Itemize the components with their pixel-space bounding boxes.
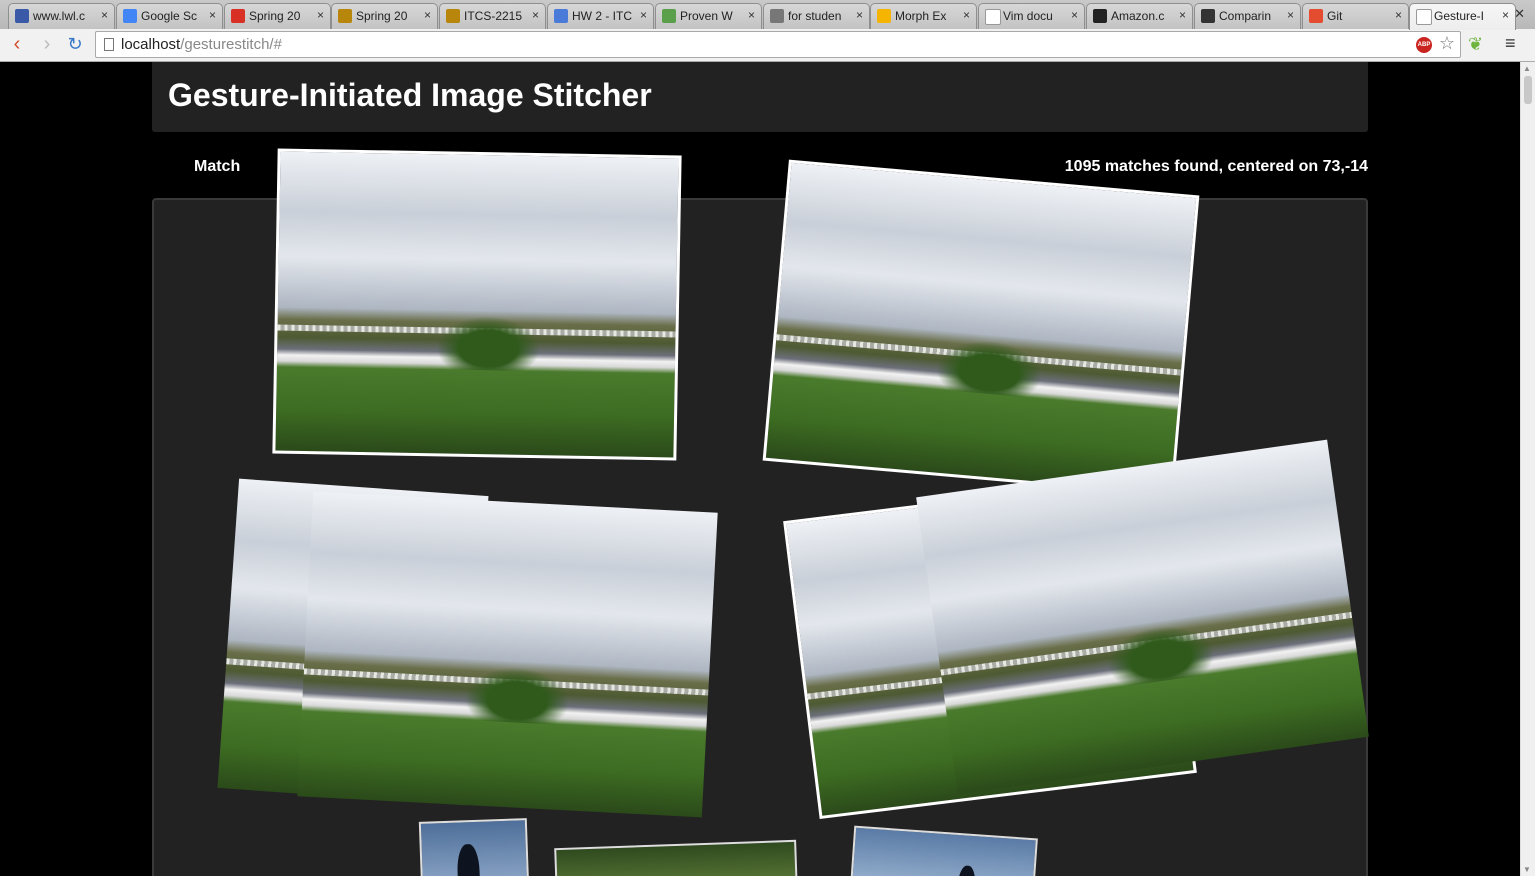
browser-tab[interactable]: for studen × [763, 3, 870, 29]
tab-close-icon[interactable]: × [424, 8, 431, 22]
page-title: Gesture-Initiated Image Stitcher [168, 77, 652, 113]
tab-title: HW 2 - ITC [572, 9, 632, 23]
browser-tab[interactable]: Gesture-I × [1409, 3, 1516, 30]
folder-icon [770, 9, 784, 23]
tab-title: Google Sc [141, 9, 198, 23]
page-header: Gesture-Initiated Image Stitcher [152, 62, 1368, 132]
tab-close-icon[interactable]: × [1502, 8, 1509, 22]
tab-title: for studen [788, 9, 842, 23]
person-silhouette [456, 843, 481, 876]
menu-icon[interactable]: ≡ [1505, 33, 1516, 54]
tab-strip: www.lwl.c × Google Sc × Spring 20 × Spring 20 ×… [0, 0, 1535, 30]
url-path: /gesturestitch/# [180, 36, 282, 53]
tab-title: Vim docu [1003, 9, 1053, 23]
tab-close-icon[interactable]: × [1287, 8, 1294, 22]
match-button[interactable]: Match [194, 158, 240, 176]
tab-title: www.lwl.c [33, 9, 86, 23]
scrollbar-thumb[interactable] [1524, 76, 1532, 104]
tab-title: Morph Ex [895, 9, 947, 23]
tab-title: Git [1327, 9, 1343, 23]
stitched-image[interactable] [916, 439, 1369, 795]
gmail-icon [231, 9, 245, 23]
tab-close-icon[interactable]: × [1395, 8, 1402, 22]
university-icon [338, 9, 352, 23]
page-scrollbar[interactable]: ▲ ▼ [1520, 62, 1535, 876]
tab-close-icon[interactable]: × [748, 8, 755, 22]
tab-close-icon[interactable]: × [209, 8, 216, 22]
tab-title: Comparin [1219, 9, 1272, 23]
browser-tab[interactable]: Git × [1302, 3, 1409, 29]
tab-close-icon[interactable]: × [317, 8, 324, 22]
browser-tab[interactable]: ITCS-2215 × [439, 3, 546, 29]
browser-tab[interactable]: Google Sc × [116, 3, 223, 29]
browser-tab[interactable]: Vim docu × [978, 3, 1085, 29]
forward-icon[interactable]: › [36, 33, 58, 55]
browser-tab[interactable]: Spring 20 × [331, 3, 438, 29]
address-bar[interactable]: localhost/gesturestitch/# ABP ☆ [95, 31, 1461, 58]
browser-tab[interactable]: Proven W × [655, 3, 762, 29]
back-icon[interactable]: ‹ [6, 33, 28, 55]
adblock-icon[interactable]: ABP [1416, 37, 1432, 53]
tab-title: Spring 20 [249, 9, 301, 23]
match-status: 1095 matches found, centered on 73,-14 [1064, 158, 1368, 175]
browser-tab[interactable]: Amazon.c × [1086, 3, 1193, 29]
scroll-up-icon[interactable]: ▲ [1523, 64, 1531, 73]
browser-tab[interactable]: www.lwl.c × [8, 3, 115, 29]
extension-leaf-icon[interactable]: ❦ [1468, 34, 1483, 55]
tab-close-icon[interactable]: × [1179, 8, 1186, 22]
browser-tab[interactable]: Spring 20 × [224, 3, 331, 29]
git-icon [1309, 9, 1323, 23]
reload-icon[interactable]: ↻ [64, 33, 86, 55]
tab-title: Spring 20 [356, 9, 408, 23]
tab-close-icon[interactable]: × [963, 8, 970, 22]
thumbnail-image[interactable] [418, 818, 530, 876]
slides-icon [877, 9, 891, 23]
university-icon [446, 9, 460, 23]
google-icon [123, 9, 137, 23]
stitched-image[interactable] [297, 491, 718, 818]
page-icon [985, 9, 1001, 25]
bookmark-star-icon[interactable]: ☆ [1439, 33, 1455, 54]
lwl-icon [15, 9, 29, 23]
page-icon [104, 38, 114, 51]
github-icon [1201, 9, 1215, 23]
browser-tab[interactable]: Comparin × [1194, 3, 1301, 29]
tab-close-icon[interactable]: × [640, 8, 647, 22]
stitched-image[interactable] [762, 159, 1200, 497]
url-host: localhost [121, 36, 181, 53]
browser-toolbar: ‹ › ↻ localhost/gesturestitch/# ABP ☆ ❦ … [0, 29, 1535, 62]
tab-title: Amazon.c [1111, 9, 1165, 23]
page-icon [1416, 9, 1432, 25]
browser-tab[interactable]: HW 2 - ITC × [547, 3, 654, 29]
amazon-icon [1093, 9, 1107, 23]
stitched-image[interactable] [272, 148, 682, 461]
tab-close-icon[interactable]: × [101, 8, 108, 22]
leaf-icon [662, 9, 676, 23]
person-silhouette [955, 865, 977, 876]
docs-icon [554, 9, 568, 23]
scroll-down-icon[interactable]: ▼ [1523, 865, 1531, 874]
browser-tab[interactable]: Morph Ex × [870, 3, 977, 29]
tab-close-icon[interactable]: × [856, 8, 863, 22]
tab-close-icon[interactable]: × [532, 8, 539, 22]
tab-title: Gesture-I [1434, 9, 1485, 23]
tab-title: ITCS-2215 [464, 9, 523, 23]
page-viewport: Gesture-Initiated Image Stitcher Match 1… [0, 62, 1520, 876]
url-text[interactable]: localhost/gesturestitch/# [121, 36, 282, 53]
tab-title: Proven W [680, 9, 733, 23]
tab-close-icon[interactable]: × [1071, 8, 1078, 22]
